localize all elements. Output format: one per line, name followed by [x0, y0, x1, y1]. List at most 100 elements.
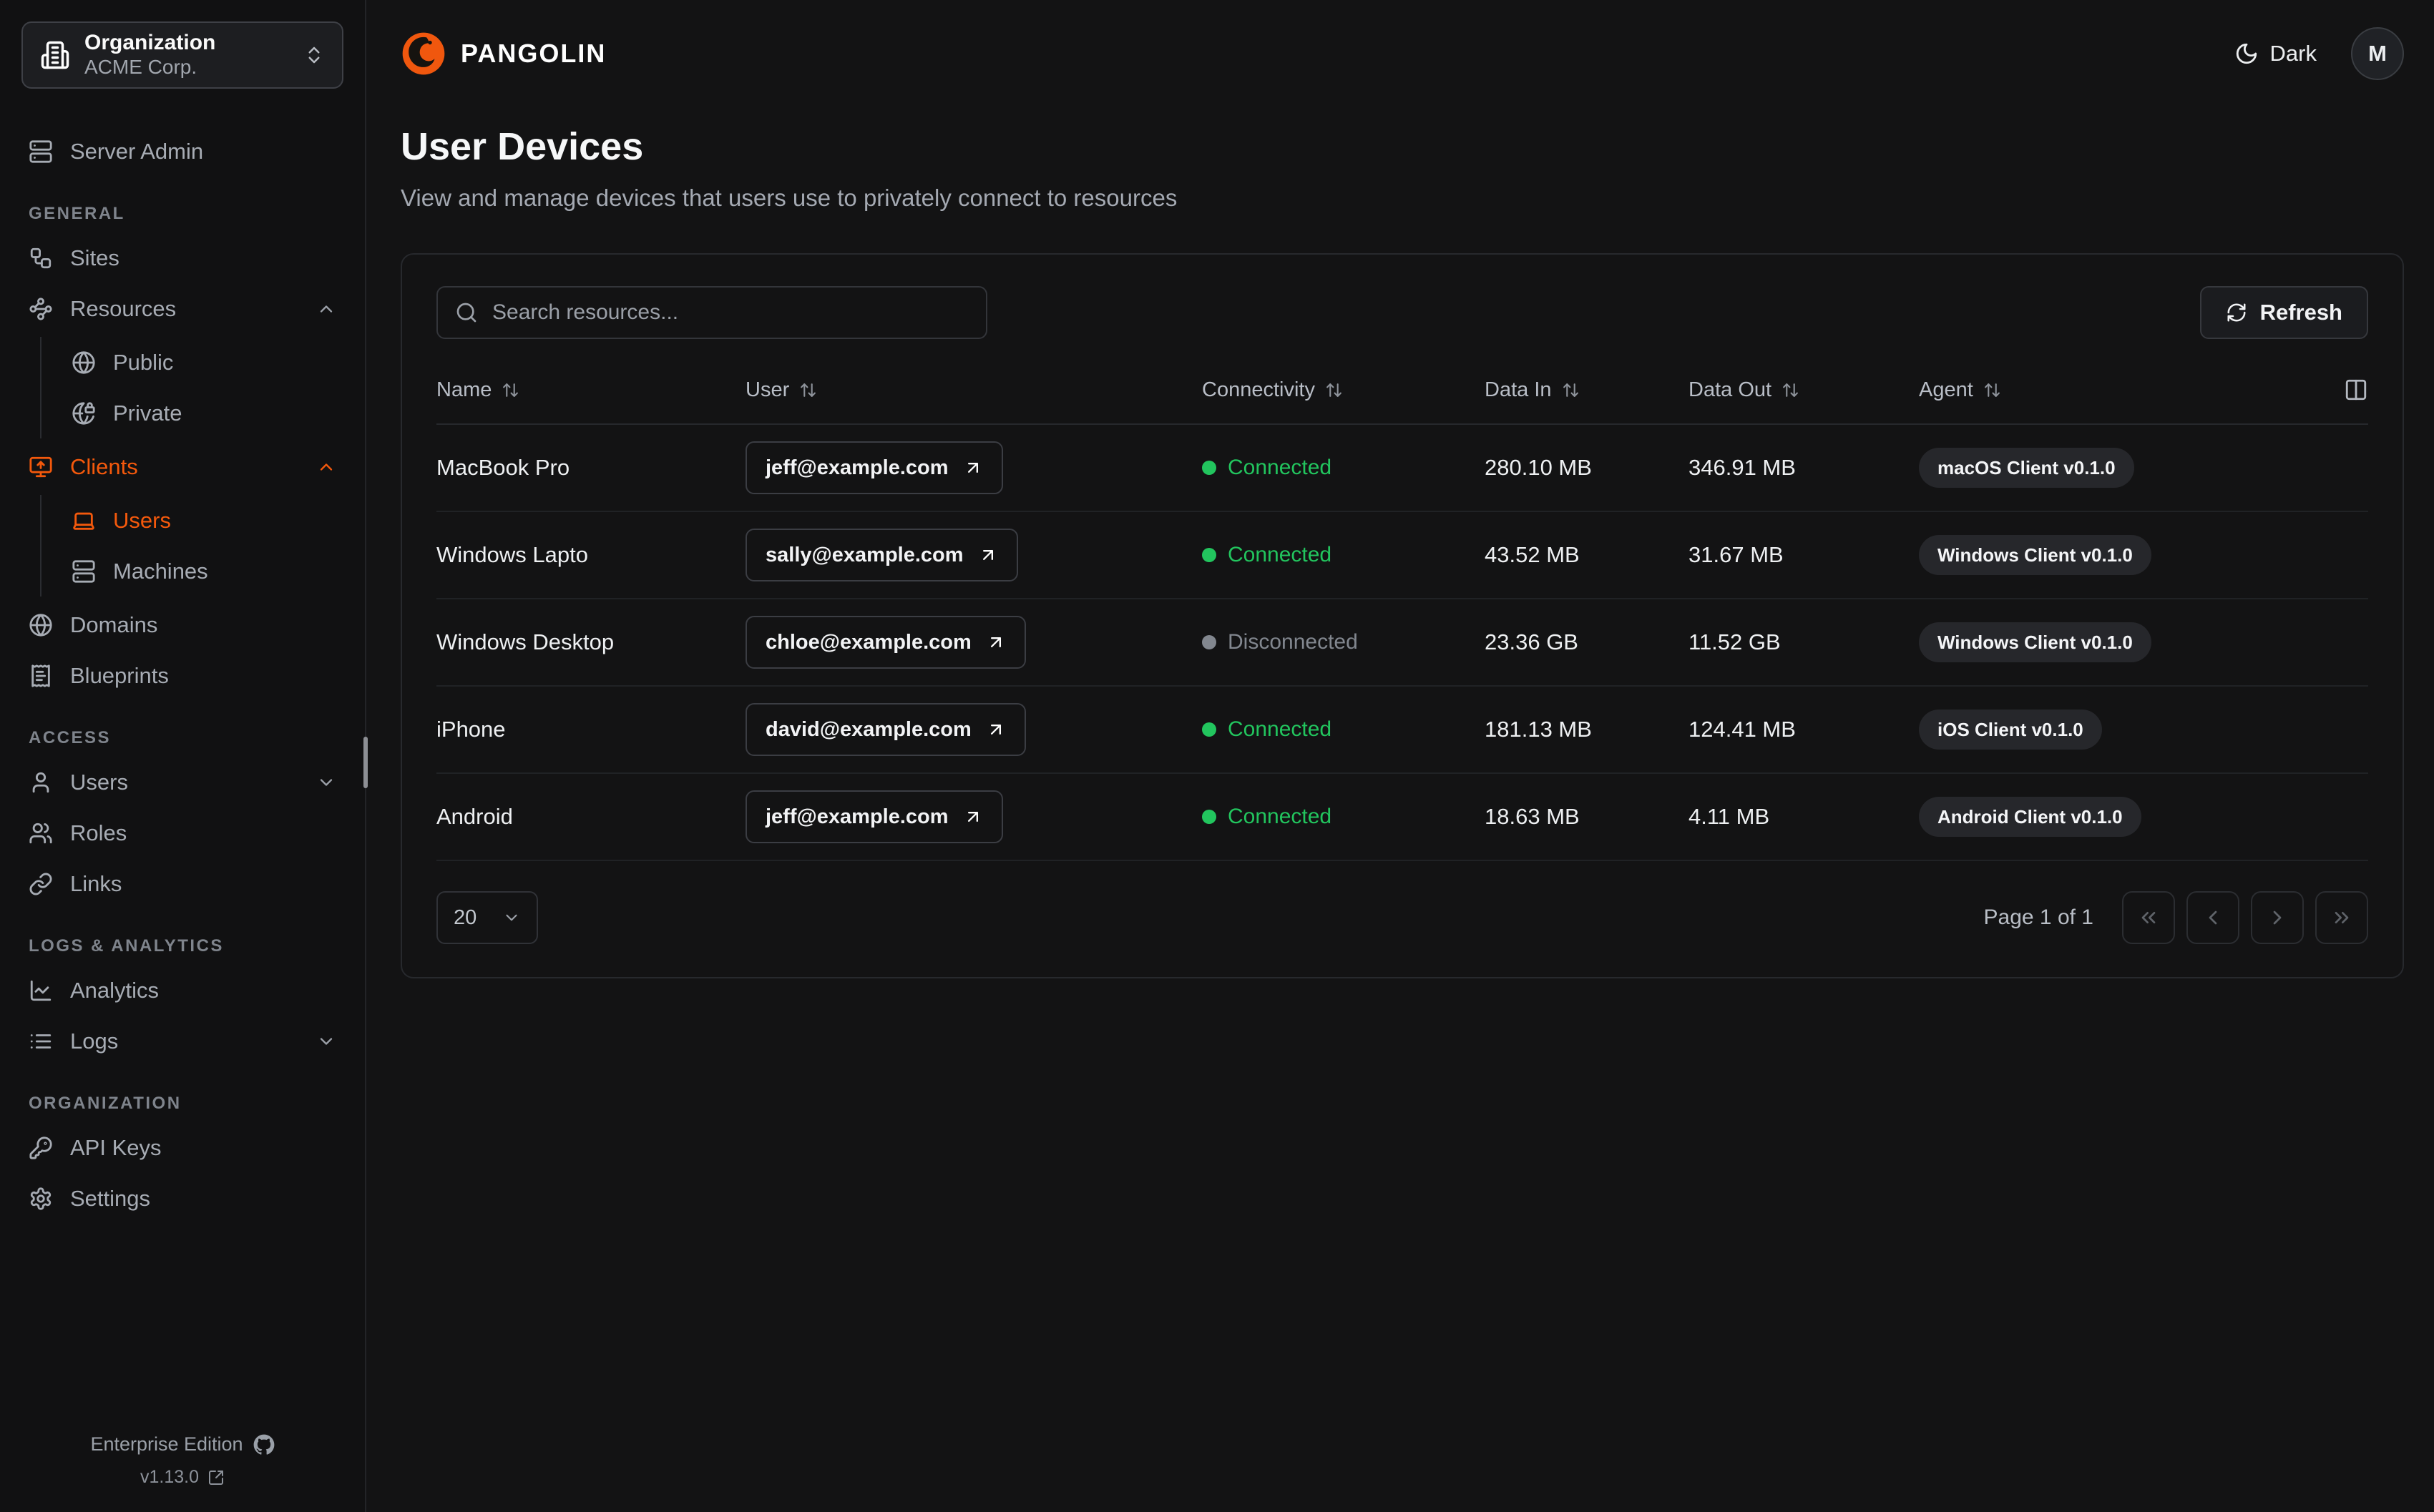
col-header-connectivity[interactable]: Connectivity	[1202, 378, 1485, 402]
table-row: Android jeff@example.com Connected 18.63…	[436, 774, 2368, 861]
col-header-user[interactable]: User	[746, 378, 1202, 402]
user-link[interactable]: jeff@example.com	[746, 441, 1003, 494]
section-label-organization: ORGANIZATION	[29, 1094, 182, 1113]
resources-subtree: Public Private	[40, 337, 346, 438]
col-label: Connectivity	[1202, 378, 1315, 401]
data-in-value: 23.36 GB	[1485, 629, 1578, 654]
sidebar-footer: Enterprise Edition v1.13.0	[0, 1433, 365, 1512]
sort-icon	[502, 381, 519, 399]
theme-toggle[interactable]: Dark	[2230, 40, 2321, 67]
globe-icon	[72, 350, 96, 375]
section-label-access: ACCESS	[29, 728, 112, 747]
sidebar-item-users[interactable]: Users	[19, 757, 346, 807]
connectivity-status: Connected	[1202, 543, 1485, 567]
device-name: MacBook Pro	[436, 455, 570, 480]
first-page-button[interactable]	[2122, 891, 2175, 944]
agent-badge: macOS Client v0.1.0	[1919, 448, 2134, 488]
chevrons-up-down-icon	[303, 44, 325, 66]
sidebar-item-logs[interactable]: Logs	[19, 1016, 346, 1066]
sidebar-item-analytics[interactable]: Analytics	[19, 965, 346, 1016]
search-box	[436, 286, 987, 339]
data-out-value: 346.91 MB	[1688, 455, 1796, 480]
agent-badge: iOS Client v0.1.0	[1919, 710, 2102, 750]
prev-page-button[interactable]	[2186, 891, 2239, 944]
edition-line[interactable]: Enterprise Edition	[0, 1433, 365, 1455]
status-label: Connected	[1228, 543, 1332, 566]
sidebar-item-public[interactable]: Public	[62, 337, 346, 388]
table-row: MacBook Pro jeff@example.com Connected 2…	[436, 425, 2368, 512]
connectivity-status: Connected	[1202, 717, 1485, 742]
sidebar-item-label: Machines	[113, 558, 208, 584]
sidebar-item-label: Links	[70, 870, 122, 896]
sidebar-item-domains[interactable]: Domains	[19, 599, 346, 650]
sidebar-item-label: Domains	[70, 612, 158, 637]
sidebar-item-api-keys[interactable]: API Keys	[19, 1122, 346, 1173]
user-email: david@example.com	[766, 717, 972, 741]
column-settings-button[interactable]	[2344, 378, 2368, 402]
waypoints-icon	[29, 297, 53, 321]
user-link[interactable]: jeff@example.com	[746, 790, 1003, 843]
connectivity-status: Disconnected	[1202, 630, 1485, 654]
moon-icon	[2234, 41, 2259, 66]
external-link-icon	[207, 1469, 225, 1486]
sidebar-item-client-users[interactable]: Users	[62, 495, 346, 546]
search-input[interactable]	[491, 300, 969, 325]
page-title: User Devices	[401, 125, 644, 168]
sidebar-item-machines[interactable]: Machines	[62, 546, 346, 597]
sidebar-item-settings[interactable]: Settings	[19, 1173, 346, 1224]
refresh-button[interactable]: Refresh	[2199, 286, 2368, 339]
user-email: sally@example.com	[766, 543, 964, 566]
col-header-data-out[interactable]: Data Out	[1688, 378, 1919, 402]
status-dot	[1202, 461, 1216, 475]
agent-badge: Android Client v0.1.0	[1919, 797, 2141, 837]
org-selector-text: Organization ACME Corp.	[84, 31, 289, 79]
server-icon	[29, 139, 53, 164]
page-size-select[interactable]: 20	[436, 891, 538, 944]
status-dot	[1202, 810, 1216, 824]
sort-icon	[1562, 381, 1580, 399]
sidebar-item-resources[interactable]: Resources	[19, 283, 346, 334]
sidebar-item-links[interactable]: Links	[19, 858, 346, 909]
sidebar-item-label: Private	[113, 400, 182, 426]
sidebar-item-label: Settings	[70, 1185, 151, 1211]
next-page-button[interactable]	[2251, 891, 2304, 944]
col-header-name[interactable]: Name	[436, 378, 746, 402]
page-subtitle: View and manage devices that users use t…	[401, 185, 1178, 211]
data-in-value: 181.13 MB	[1485, 717, 1592, 742]
col-header-agent[interactable]: Agent	[1919, 378, 2322, 402]
user-email: chloe@example.com	[766, 630, 972, 654]
sidebar-item-blueprints[interactable]: Blueprints	[19, 650, 346, 701]
chevron-up-icon	[316, 299, 336, 319]
avatar[interactable]: M	[2351, 27, 2404, 80]
user-link[interactable]: david@example.com	[746, 703, 1026, 756]
pager-buttons	[2122, 891, 2368, 944]
sidebar-item-sites[interactable]: Sites	[19, 232, 346, 283]
org-selector[interactable]: Organization ACME Corp.	[21, 21, 343, 89]
sort-icon	[799, 381, 817, 399]
last-page-button[interactable]	[2315, 891, 2368, 944]
sidebar-nav: Server Admin GENERAL Sites Resources Pub…	[0, 89, 365, 1433]
org-selector-value: ACME Corp.	[84, 56, 197, 79]
col-label: Name	[436, 378, 492, 401]
topbar: PANGOLIN Dark M	[401, 0, 2404, 107]
chart-icon	[29, 978, 53, 1003]
version-line[interactable]: v1.13.0	[0, 1467, 365, 1488]
sidebar-item-private[interactable]: Private	[62, 388, 346, 438]
chevron-down-icon	[316, 1031, 336, 1051]
brand[interactable]: PANGOLIN	[401, 31, 606, 77]
sidebar-item-server-admin[interactable]: Server Admin	[19, 126, 346, 177]
status-label: Connected	[1228, 805, 1332, 828]
sidebar-scrollbar-thumb[interactable]	[363, 737, 368, 788]
sidebar-item-clients[interactable]: Clients	[19, 441, 346, 492]
card-toolbar: Refresh	[436, 286, 2368, 339]
gear-icon	[29, 1187, 53, 1211]
user-link[interactable]: chloe@example.com	[746, 616, 1026, 669]
data-in-value: 18.63 MB	[1485, 804, 1580, 829]
user-email: jeff@example.com	[766, 805, 949, 828]
sidebar-item-label: Server Admin	[70, 138, 204, 164]
sidebar-item-roles[interactable]: Roles	[19, 807, 346, 858]
github-icon	[253, 1434, 275, 1455]
col-header-data-in[interactable]: Data In	[1485, 378, 1688, 402]
user-link[interactable]: sally@example.com	[746, 529, 1018, 581]
status-label: Connected	[1228, 456, 1332, 479]
